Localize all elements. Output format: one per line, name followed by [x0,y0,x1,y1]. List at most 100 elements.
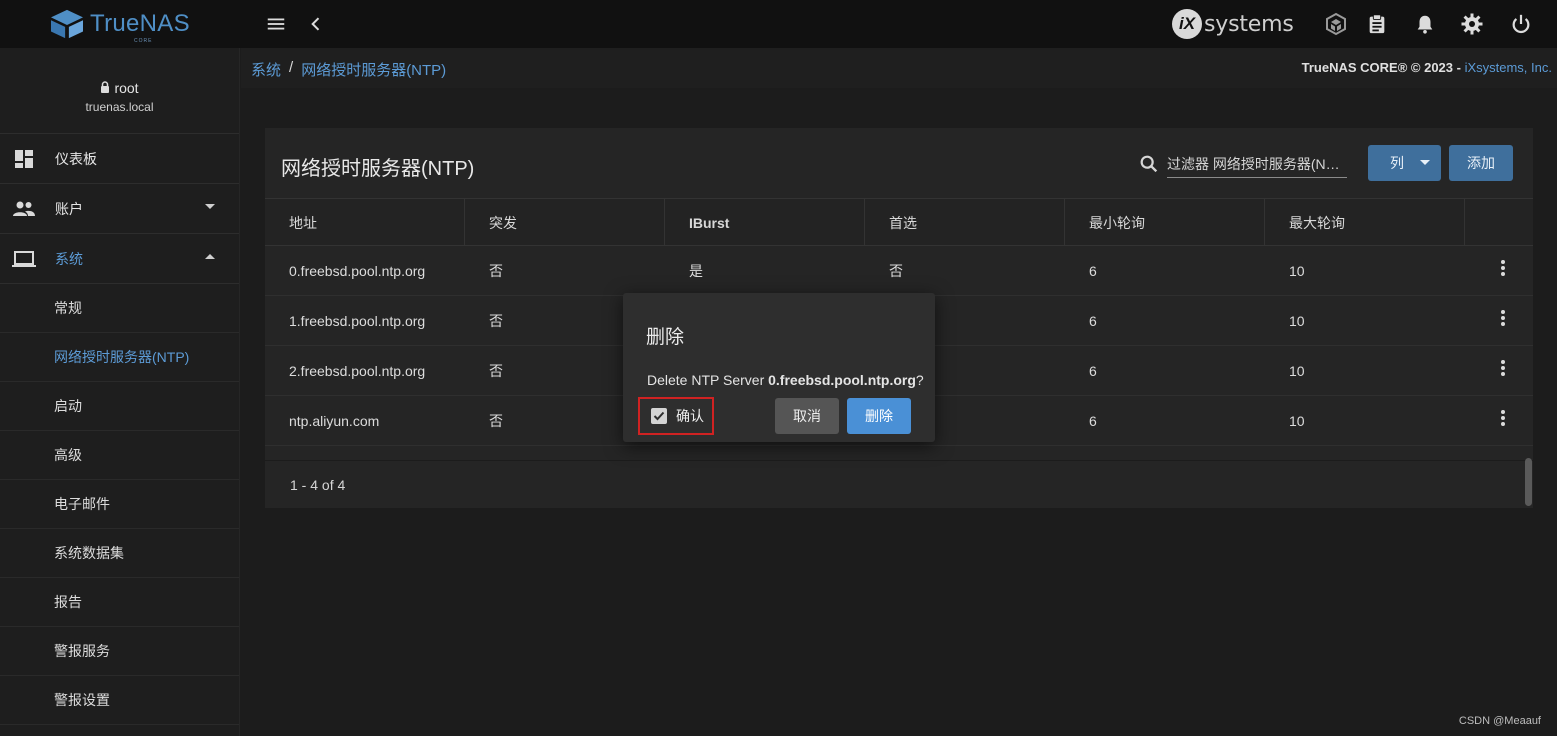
people-icon [12,197,36,221]
copyright: TrueNAS CORE® © 2023 - iXsystems, Inc. [1302,60,1552,75]
delete-dialog: 删除 Delete NTP Server 0.freebsd.pool.ntp.… [623,293,935,442]
breadcrumb-system[interactable]: 系统 [251,59,281,80]
breadcrumb-bar: 系统 / 网络授时服务器(NTP) TrueNAS CORE® © 2023 -… [241,48,1557,88]
user-host: truenas.local [85,100,154,114]
ixsystems-logo[interactable]: iX systems [1172,9,1294,39]
search-icon [1138,153,1160,175]
table-header: 地址 突发 IBurst 首选 最小轮询 最大轮询 [265,198,1533,246]
sidebar-subitem-general[interactable]: 常规 [0,284,239,333]
table-footer: 1 - 4 of 4 [265,460,1533,508]
cell-minpoll: 6 [1089,313,1097,329]
paginator-range: 1 - 4 of 4 [290,477,346,493]
cell-burst: 否 [489,263,503,279]
cell-minpoll: 6 [1089,363,1097,379]
clipboard-icon[interactable] [1363,10,1391,38]
bell-icon[interactable] [1411,10,1439,38]
dialog-message: Delete NTP Server 0.freebsd.pool.ntp.org… [647,372,924,388]
cell-burst: 否 [489,413,503,429]
chevron-down-icon [205,204,215,209]
truenas-logo-icon [51,9,83,39]
power-icon[interactable] [1507,10,1535,38]
ix-badge: iX [1172,9,1202,39]
cell-address: 2.freebsd.pool.ntp.org [289,363,426,379]
truecommand-icon[interactable] [1322,10,1350,38]
sidebar-item-system[interactable]: 系统 [0,234,239,284]
column-header-minpoll[interactable]: 最小轮询 [1065,199,1265,246]
sidebar-subitem-alert-settings[interactable]: 警报设置 [0,676,239,725]
cell-address: ntp.aliyun.com [289,413,380,429]
table-row[interactable]: 0.freebsd.pool.ntp.org 否 是 否 6 10 [265,246,1533,296]
sidebar-item-accounts[interactable]: 账户 [0,184,239,234]
copyright-text: TrueNAS CORE® © 2023 - [1301,60,1465,75]
dialog-message-prefix: Delete NTP Server [647,372,769,388]
breadcrumb-separator: / [289,59,294,76]
truenas-logo[interactable]: TrueNAS CORE [48,6,190,44]
cell-burst: 否 [489,363,503,379]
chevron-up-icon [205,254,215,259]
cell-maxpoll: 10 [1289,313,1305,329]
confirm-label: 确认 [676,408,704,424]
cell-address: 1.freebsd.pool.ntp.org [289,313,426,329]
dialog-title: 删除 [646,327,685,348]
ixsystems-link[interactable]: iXsystems, Inc. [1465,60,1552,75]
sidebar-subitem-system-dataset[interactable]: 系统数据集 [0,529,239,578]
sidebar-subitem-ntp[interactable]: 网络授时服务器(NTP) [0,333,239,382]
column-header-address[interactable]: 地址 [265,199,465,246]
more-vert-icon[interactable] [1499,408,1507,428]
sidebar-subitem-advanced[interactable]: 高级 [0,431,239,480]
top-bar: TrueNAS CORE iX systems [0,0,1557,48]
cell-prefer: 否 [889,263,903,279]
more-vert-icon[interactable] [1499,308,1507,328]
sidebar-subitem-alert-services[interactable]: 警报服务 [0,627,239,676]
column-header-iburst[interactable]: IBurst [665,199,865,246]
ix-wordmark: systems [1204,11,1294,37]
back-chevron-icon[interactable] [302,10,330,38]
delete-button[interactable]: 删除 [847,398,911,434]
dashboard-icon [12,147,36,171]
columns-button[interactable]: 列 [1368,145,1441,181]
cancel-button[interactable]: 取消 [775,398,839,434]
column-header-prefer[interactable]: 首选 [865,199,1065,246]
columns-button-label: 列 [1390,155,1404,171]
column-header-maxpoll[interactable]: 最大轮询 [1265,199,1465,246]
user-name: root [114,80,139,96]
sidebar-item-label: 仪表板 [55,150,97,167]
cell-minpoll: 6 [1089,263,1097,279]
cell-burst: 否 [489,313,503,329]
sidebar-item-label: 账户 [55,200,83,217]
sidebar-subitem-boot[interactable]: 启动 [0,382,239,431]
cell-iburst: 是 [689,263,703,279]
logo-subtext: CORE [134,38,153,44]
sidebar: root truenas.local 仪表板 账户 系统 常规 网络授时服务器(… [0,48,240,736]
laptop-icon [12,247,36,271]
breadcrumb: 系统 / 网络授时服务器(NTP) [251,59,446,80]
page-title: 网络授时服务器(NTP) [281,158,475,180]
dialog-message-target: 0.freebsd.pool.ntp.org [768,372,916,388]
breadcrumb-ntp[interactable]: 网络授时服务器(NTP) [301,59,446,80]
cell-maxpoll: 10 [1289,263,1305,279]
cell-address: 0.freebsd.pool.ntp.org [289,263,426,279]
more-vert-icon[interactable] [1499,358,1507,378]
menu-icon[interactable] [262,10,290,38]
cell-maxpoll: 10 [1289,363,1305,379]
sidebar-subitem-email[interactable]: 电子邮件 [0,480,239,529]
cell-minpoll: 6 [1089,413,1097,429]
scrollbar[interactable] [1525,458,1532,506]
confirm-checkbox[interactable]: 确认 [638,397,714,435]
user-info: root truenas.local [0,48,239,134]
sidebar-item-label: 系统 [55,250,83,267]
sidebar-subitem-reporting[interactable]: 报告 [0,578,239,627]
watermark: CSDN @Meaauf [1458,715,1541,727]
filter-input[interactable]: 过滤器 网络授时服务器(NTP) [1167,152,1347,178]
checkbox-checked-icon[interactable] [651,408,667,424]
lock-icon [100,80,110,96]
caret-down-icon [1420,160,1430,165]
logo-text: TrueNAS [90,10,190,37]
sidebar-item-dashboard[interactable]: 仪表板 [0,134,239,184]
cell-maxpoll: 10 [1289,413,1305,429]
dialog-message-suffix: ? [915,372,924,388]
column-header-burst[interactable]: 突发 [465,199,665,246]
more-vert-icon[interactable] [1499,258,1507,278]
add-button[interactable]: 添加 [1449,145,1513,181]
gear-icon[interactable] [1458,10,1486,38]
